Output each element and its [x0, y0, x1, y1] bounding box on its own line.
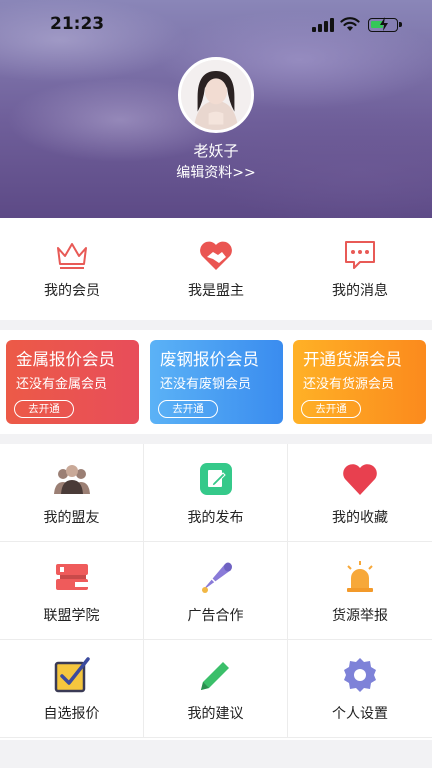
handshake-heart-icon [200, 241, 232, 270]
grid-item-label: 我的建议 [187, 706, 244, 722]
avatar-photo [181, 60, 251, 130]
grid-item-label: 我的发布 [187, 510, 244, 526]
grid-item-my-favorites[interactable]: 我的收藏 [288, 444, 432, 542]
activate-button[interactable]: 去开通 [158, 400, 218, 418]
alarm-light-icon [347, 561, 373, 592]
grid-item-my-allies[interactable]: 我的盟友 [0, 444, 144, 542]
edit-profile-link[interactable]: 编辑资料>> [0, 162, 432, 182]
grid-item-label: 我的盟友 [43, 510, 100, 526]
profile-header: 21:23 老妖子 编辑资料>> [0, 0, 432, 218]
avatar[interactable] [178, 57, 254, 133]
cellular-signal-icon [312, 18, 334, 32]
alliance-leader-button[interactable]: 我是盟主 [144, 218, 288, 320]
chat-bubble-icon [345, 241, 375, 269]
status-bar: 21:23 [0, 0, 432, 50]
grid-item-alliance-academy[interactable]: 联盟学院 [0, 542, 144, 640]
gear-icon [344, 658, 376, 692]
metal-quote-member-card[interactable]: 金属报价会员 还没有金属会员 去开通 [6, 340, 139, 424]
grid-item-label: 我的收藏 [332, 510, 388, 526]
grid-item-supply-report[interactable]: 货源举报 [288, 542, 432, 640]
my-messages-button[interactable]: 我的消息 [288, 218, 432, 320]
scrap-steel-member-card[interactable]: 废钢报价会员 还没有废钢会员 去开通 [150, 340, 283, 424]
grid-item-label: 货源举报 [332, 608, 388, 624]
grid-item-label: 广告合作 [187, 608, 244, 624]
grid-item-custom-quote[interactable]: 自选报价 [0, 640, 144, 738]
grid-item-my-suggestions[interactable]: 我的建议 [144, 640, 288, 738]
grid-item-ad-cooperation[interactable]: 广告合作 [144, 542, 288, 640]
grid-item-personal-settings[interactable]: 个人设置 [288, 640, 432, 738]
card-title: 废钢报价会员 [160, 350, 259, 369]
username: 老妖子 [193, 142, 239, 160]
crown-icon [57, 243, 87, 269]
grid-item-label: 个人设置 [332, 706, 388, 722]
pencil-icon [200, 662, 229, 690]
people-icon [53, 465, 90, 494]
card-title: 开通货源会员 [303, 350, 402, 369]
battery-icon [368, 17, 402, 32]
status-time: 21:23 [50, 14, 105, 34]
card-subtitle: 还没有货源会员 [303, 377, 395, 392]
activate-button[interactable]: 去开通 [14, 400, 74, 418]
wifi-icon [340, 17, 360, 31]
heart-icon [343, 464, 377, 495]
megaphone-icon [201, 562, 232, 593]
membership-cards: 金属报价会员 还没有金属会员 去开通 废钢报价会员 还没有废钢会员 去开通 开通… [0, 330, 432, 434]
card-subtitle: 还没有废钢会员 [160, 377, 252, 392]
my-membership-label: 我的会员 [44, 283, 100, 299]
card-title: 金属报价会员 [16, 350, 115, 369]
edit-note-icon [199, 463, 232, 495]
card-subtitle: 还没有金属会员 [16, 377, 108, 392]
grid-item-label: 自选报价 [43, 706, 100, 722]
my-messages-label: 我的消息 [332, 283, 388, 299]
activate-button[interactable]: 去开通 [301, 400, 361, 418]
supply-member-card[interactable]: 开通货源会员 还没有货源会员 去开通 [293, 340, 426, 424]
quick-menu: 我的会员 我是盟主 我的消息 [0, 218, 432, 320]
grid-item-label: 联盟学院 [43, 608, 100, 624]
feature-grid: 我的盟友 我的发布 我的收藏 联盟学院 广告合作 货源举报 自选报价 我的建议 … [0, 444, 432, 740]
books-icon [55, 564, 88, 590]
my-membership-button[interactable]: 我的会员 [0, 218, 144, 320]
alliance-leader-label: 我是盟主 [188, 283, 244, 299]
grid-item-my-posts[interactable]: 我的发布 [144, 444, 288, 542]
checkbox-icon [54, 657, 90, 693]
